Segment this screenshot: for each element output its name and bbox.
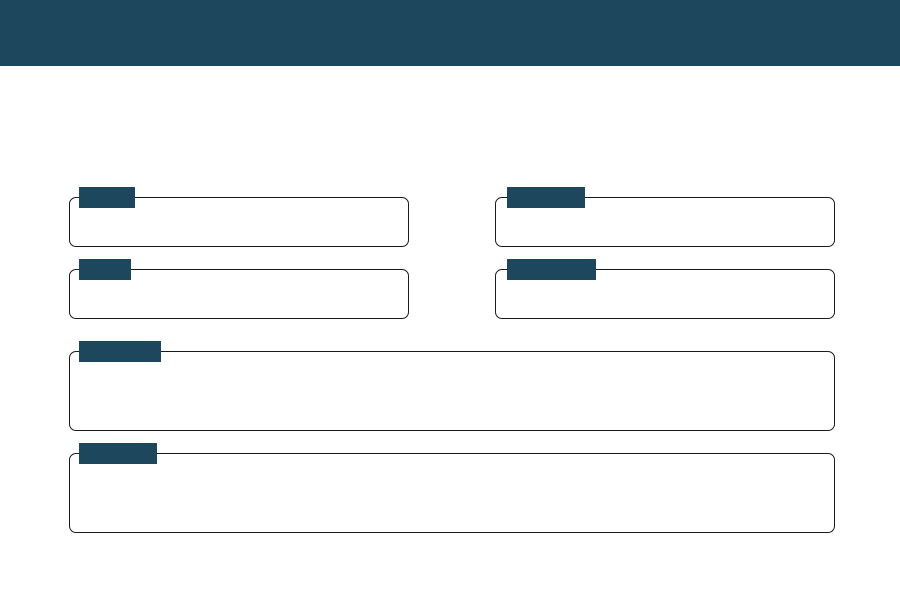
field-tab-5 <box>79 341 161 362</box>
field-box-5[interactable] <box>69 351 835 431</box>
field-tab-2 <box>507 187 585 208</box>
header-bar <box>0 0 900 66</box>
field-tab-3 <box>79 259 131 280</box>
field-tab-6 <box>79 443 157 464</box>
form-page <box>0 0 900 600</box>
field-box-6[interactable] <box>69 453 835 533</box>
field-tab-4 <box>507 259 596 280</box>
field-tab-1 <box>79 187 135 208</box>
